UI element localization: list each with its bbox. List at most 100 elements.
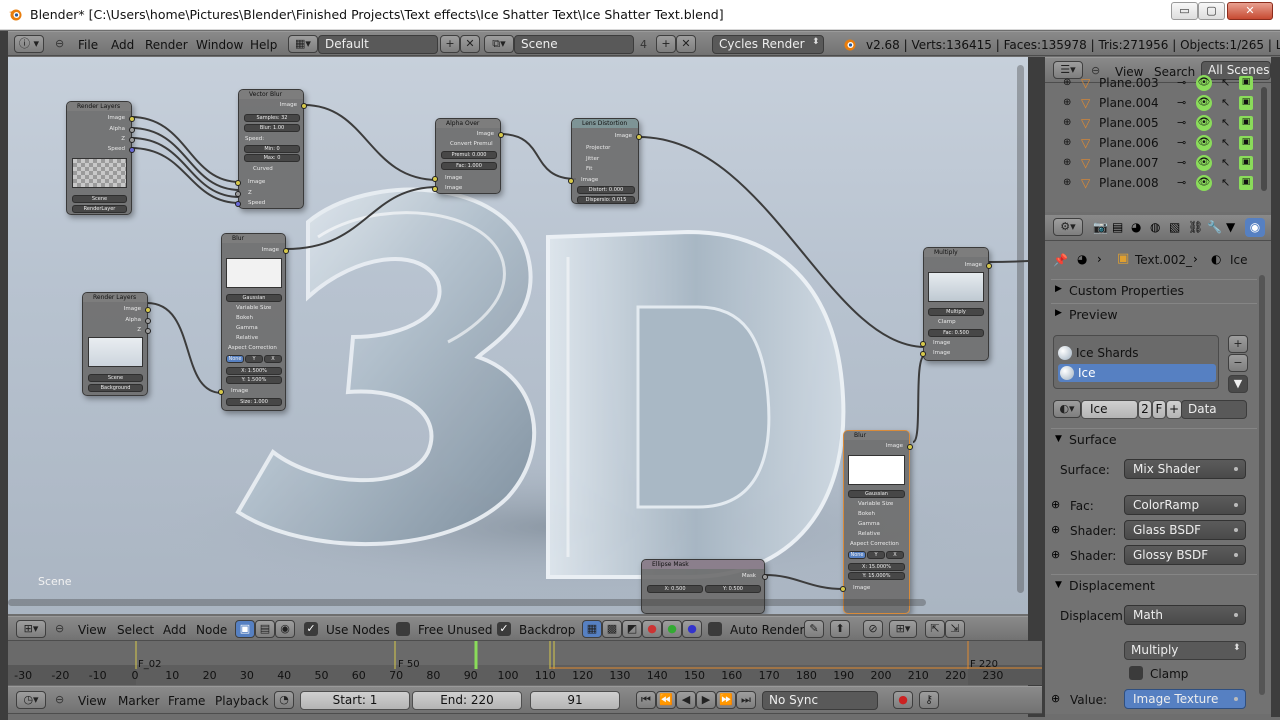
- snap-target-icon[interactable]: ⊞▾: [889, 620, 917, 638]
- min-field[interactable]: Min: 0: [244, 145, 300, 153]
- material-slots-list[interactable]: Ice Shards Ice: [1053, 335, 1219, 389]
- material-tab-icon[interactable]: ◉: [1245, 218, 1265, 237]
- copy-icon[interactable]: ⇱: [925, 620, 945, 638]
- add-slot-button[interactable]: +: [1228, 335, 1248, 353]
- new-material-button[interactable]: +: [1166, 400, 1182, 419]
- menu-add[interactable]: Add: [111, 38, 134, 52]
- menu-view[interactable]: View: [78, 623, 106, 637]
- screen-layout-icon[interactable]: ▦▾: [288, 35, 318, 53]
- blend-mode-select[interactable]: Multiply: [928, 308, 984, 316]
- math-operation-select[interactable]: Multiply: [1124, 641, 1246, 660]
- selectability-icon[interactable]: ↖: [1221, 113, 1230, 133]
- displacement-panel[interactable]: Displacement: [1051, 574, 1257, 596]
- render-visibility-icon[interactable]: ▣: [1239, 156, 1253, 170]
- outliner-item[interactable]: ⊕ ▽ Plane.003 ⊸ 👁 ↖ ▣: [1045, 73, 1257, 93]
- fac-field[interactable]: Fac: 1.000: [441, 162, 497, 170]
- surface-panel[interactable]: Surface: [1051, 428, 1257, 450]
- outliner-item[interactable]: ⊕ ▽ Plane.006 ⊸ 👁 ↖ ▣: [1045, 133, 1257, 153]
- remove-layout-button[interactable]: ✕: [460, 35, 480, 53]
- custom-properties-panel[interactable]: Custom Properties: [1051, 279, 1257, 301]
- menu-render[interactable]: Render: [145, 38, 188, 52]
- outliner-item[interactable]: ⊕ ▽ Plane.007 ⊸ 👁 ↖ ▣: [1045, 153, 1257, 173]
- menu-select[interactable]: Select: [117, 623, 154, 637]
- pin-icon[interactable]: ✎: [804, 620, 824, 638]
- node-alpha-over[interactable]: Alpha Over Image Convert Premul Premul: …: [432, 118, 504, 194]
- input-socket[interactable]: [432, 176, 438, 182]
- menu-marker[interactable]: Marker: [118, 694, 159, 708]
- play-icon[interactable]: ▶: [696, 691, 716, 709]
- parent-node-icon[interactable]: ⬆: [830, 620, 850, 638]
- red-channel-icon[interactable]: ●: [642, 620, 662, 638]
- material-users-count[interactable]: 2: [1138, 400, 1152, 419]
- render-visibility-icon[interactable]: ▣: [1239, 116, 1253, 130]
- green-channel-icon[interactable]: ●: [662, 620, 682, 638]
- projector-checkbox[interactable]: Projector: [586, 145, 610, 151]
- node-blur-2[interactable]: Blur Image Gaussian Variable Size Bokeh …: [840, 430, 913, 614]
- preview-range-icon[interactable]: ◔: [274, 691, 294, 709]
- output-socket[interactable]: [129, 127, 135, 133]
- output-socket[interactable]: [145, 328, 151, 334]
- convert-premul-checkbox[interactable]: Convert Premul: [450, 141, 493, 147]
- backdrop-alpha-icon[interactable]: ◩: [622, 620, 642, 638]
- input-socket[interactable]: [920, 351, 926, 357]
- marker-f50[interactable]: F 50: [398, 659, 420, 670]
- render-layers-tab-icon[interactable]: ▤: [1112, 220, 1123, 234]
- output-socket[interactable]: [129, 116, 135, 122]
- collapse-menu-icon[interactable]: ⊖: [55, 693, 64, 706]
- selectability-icon[interactable]: ↖: [1221, 73, 1230, 93]
- remove-scene-button[interactable]: ✕: [676, 35, 696, 53]
- collapse-menu-icon[interactable]: ⊖: [55, 622, 64, 635]
- visibility-eye-icon[interactable]: 👁: [1196, 95, 1212, 111]
- pin-icon[interactable]: 📌: [1053, 253, 1068, 267]
- scene-field[interactable]: Scene: [514, 35, 634, 54]
- material-browse-icon[interactable]: ◐▾: [1053, 400, 1081, 418]
- slot-specials-button[interactable]: ▼: [1228, 375, 1248, 393]
- material-slot[interactable]: Ice Shards: [1058, 344, 1216, 362]
- keying-icon[interactable]: ⚷: [919, 691, 939, 709]
- remove-slot-button[interactable]: −: [1228, 354, 1248, 372]
- node-multiply[interactable]: Multiply Image Multiply Clamp Fac: 0.500…: [920, 247, 992, 361]
- area-divider[interactable]: [0, 31, 8, 720]
- input-socket[interactable]: [218, 389, 224, 395]
- prev-keyframe-icon[interactable]: ⏪: [656, 691, 676, 709]
- visibility-eye-icon[interactable]: 👁: [1196, 75, 1212, 91]
- add-layout-button[interactable]: +: [440, 35, 460, 53]
- visibility-eye-icon[interactable]: 👁: [1196, 135, 1212, 151]
- input-socket[interactable]: [432, 186, 438, 192]
- modifiers-tab-icon[interactable]: 🔧: [1207, 220, 1222, 234]
- input-socket[interactable]: [235, 201, 241, 207]
- vertical-scrollbar[interactable]: [1017, 65, 1024, 593]
- output-socket[interactable]: [636, 134, 642, 140]
- shader-nodes-icon[interactable]: ▣: [235, 620, 255, 638]
- timeline-area[interactable]: -30 -20 -10 0 10 20 30 40 50 60 70 80 90 100 110 120 130…: [8, 641, 1042, 685]
- menu-view[interactable]: View: [78, 694, 106, 708]
- output-socket[interactable]: [129, 137, 135, 143]
- fac-input-select[interactable]: ColorRamp: [1124, 495, 1246, 515]
- relative-checkbox[interactable]: Relative: [236, 335, 258, 341]
- aspect-x-button[interactable]: X: [886, 551, 904, 559]
- curved-checkbox[interactable]: Curved: [253, 166, 273, 172]
- selectability-icon[interactable]: ↖: [1221, 133, 1230, 153]
- paste-icon[interactable]: ⇲: [945, 620, 965, 638]
- data-tab-icon[interactable]: ▼: [1226, 220, 1235, 234]
- start-frame-field[interactable]: Start: 1: [300, 691, 410, 710]
- properties-scrollbar[interactable]: [1259, 275, 1265, 695]
- world-tab-icon[interactable]: ◍: [1150, 220, 1160, 234]
- surface-shader-select[interactable]: Mix Shader: [1124, 459, 1246, 479]
- timeline-editor-type-icon[interactable]: ◷▾: [16, 691, 46, 709]
- max-field[interactable]: Max: 0: [244, 154, 300, 162]
- render-visibility-icon[interactable]: ▣: [1239, 136, 1253, 150]
- dispersion-field[interactable]: Dispersio: 0.015: [577, 196, 635, 204]
- size-field[interactable]: Size: 1.000: [226, 398, 282, 406]
- sync-mode-select[interactable]: No Sync: [762, 691, 878, 710]
- output-socket[interactable]: [762, 574, 768, 580]
- output-socket[interactable]: [907, 444, 913, 450]
- visibility-eye-icon[interactable]: 👁: [1196, 175, 1212, 191]
- selectability-icon[interactable]: ↖: [1221, 153, 1230, 173]
- menu-add[interactable]: Add: [163, 623, 186, 637]
- material-link-select[interactable]: Data: [1181, 400, 1247, 419]
- texture-nodes-icon[interactable]: ◉: [275, 620, 295, 638]
- distort-field[interactable]: Distort: 0.000: [577, 186, 635, 194]
- variable-size-checkbox[interactable]: Variable Size: [858, 501, 893, 507]
- blur-field[interactable]: Blur: 1.00: [244, 124, 300, 132]
